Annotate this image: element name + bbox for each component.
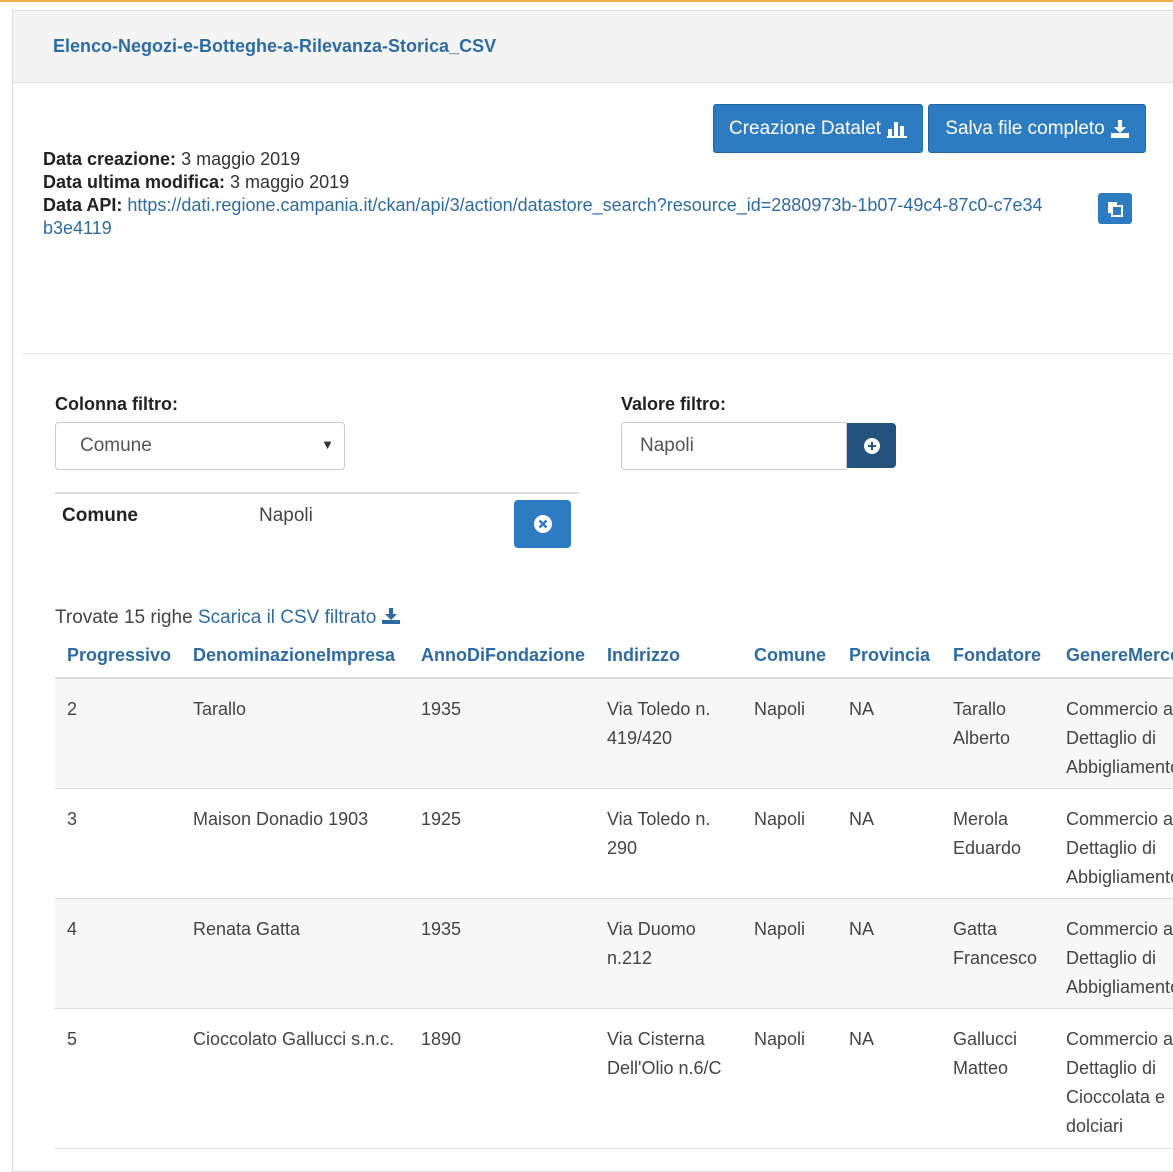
table-row: 3 Maison Donadio 1903 1925 Via Toledo n.… [55,788,1173,899]
caret-down-icon: ▼ [321,437,334,452]
table-cell: Tarallo [181,678,409,789]
created-value: 3 maggio 2019 [181,149,301,169]
copy-icon [1108,201,1123,217]
column-header[interactable]: Indirizzo [595,634,742,679]
table-cell: Commercio al Dettaglio di Abbigliamento [1054,678,1173,789]
dataset-title: Elenco-Negozi-e-Botteghe-a-Rilevanza-Sto… [53,36,497,56]
filter-value-label: Valore filtro: [621,394,727,414]
table-cell: Via Toledo n. 419/420 [595,678,742,789]
table-cell: Via Duomo n.212 [595,898,742,1009]
table-cell: Gatta Francesco [941,898,1054,1009]
filter-column-label: Colonna filtro: [55,394,178,414]
column-header[interactable]: GenereMerceologico [1054,634,1173,679]
download-filtered-csv-label: Scarica il CSV filtrato [197,607,377,628]
table-cell: 5 [55,1008,181,1149]
results-table: Progressivo DenominazioneImpresa AnnoDiF… [55,634,1173,1149]
download-filtered-csv-link[interactable]: Scarica il CSV filtrato [198,607,400,628]
table-cell: Cioccolato Gallucci s.n.c. [181,1008,409,1149]
table-cell: Maison Donadio 1903 [181,788,409,899]
results-summary: Trovate 15 righe Scarica il CSV filtrato [55,607,400,629]
created-label: Data creazione: [43,149,177,169]
results-count: Trovate 15 righe [55,607,193,628]
table-cell: Via Toledo n. 290 [595,788,742,899]
table-cell: Napoli [742,788,837,899]
table-cell: 1935 [409,678,595,789]
active-filter-column: Comune [62,505,138,526]
modified-label: Data ultima modifica: [43,172,226,192]
table-cell: Renata Gatta [181,898,409,1009]
column-header[interactable]: Fondatore [941,634,1054,679]
save-full-file-button[interactable]: Salva file completo [928,104,1146,153]
table-cell: NA [837,1008,941,1149]
bar-chart-icon [887,121,908,138]
filter-value-text: Napoli [640,435,694,456]
modified-value: 3 maggio 2019 [230,172,350,192]
column-header[interactable]: DenominazioneImpresa [181,634,409,679]
active-filter-value: Napoli [259,505,313,526]
section-divider [22,353,1173,354]
table-cell: Merola Eduardo [941,788,1054,899]
table-cell: Tarallo Alberto [941,678,1054,789]
save-full-file-label: Salva file completo [945,117,1105,139]
plus-circle-icon [863,437,880,454]
panel-header: Elenco-Negozi-e-Botteghe-a-Rilevanza-Sto… [13,11,1173,83]
table-cell: Via Cisterna Dell'Olio n.6/C [595,1008,742,1149]
table-cell: Napoli [742,1008,837,1149]
table-cell: Commercio al Dettaglio di Cioccolata e d… [1054,1008,1173,1149]
table-cell: NA [837,898,941,1009]
table-cell: Commercio al Dettaglio di Abbigliamento [1054,898,1173,1009]
filter-column-value: Comune [80,435,152,456]
table-row: 2 Tarallo 1935 Via Toledo n. 419/420 Nap… [55,678,1173,789]
column-header[interactable]: Progressivo [55,634,181,679]
copy-api-url-button[interactable] [1098,193,1132,224]
table-cell: 2 [55,678,181,789]
table-cell: Commercio al Dettaglio di Abbigliamento [1054,788,1173,899]
dataset-metadata: Data creazione: 3 maggio 2019 Data ultim… [43,148,1043,240]
table-cell: NA [837,788,941,899]
download-icon [381,608,400,624]
create-datalet-label: Creazione Datalet [728,117,882,139]
create-datalet-button[interactable]: Creazione Datalet [713,104,923,153]
active-filter-divider [55,492,579,494]
column-header[interactable]: Provincia [837,634,941,679]
table-row: 5 Cioccolato Gallucci s.n.c. 1890 Via Ci… [55,1008,1173,1149]
table-cell: 1890 [409,1008,595,1149]
table-cell: NA [837,678,941,789]
table-cell: 3 [55,788,181,899]
column-header[interactable]: AnnoDiFondazione [409,634,595,679]
filter-column-select[interactable]: Comune ▼ [55,422,345,470]
api-url-link[interactable]: https://dati.regione.campania.it/ckan/ap… [43,195,1042,238]
table-cell: Napoli [742,898,837,1009]
table-cell: 1925 [409,788,595,899]
column-header[interactable]: Comune [742,634,837,679]
api-label: Data API: [43,195,123,215]
table-cell: 4 [55,898,181,1009]
add-filter-button[interactable] [847,423,896,468]
table-cell: 1935 [409,898,595,1009]
filter-value-input[interactable]: Napoli [621,422,847,470]
table-cell: Napoli [742,678,837,789]
download-icon [1110,119,1129,138]
table-cell: Gallucci Matteo [941,1008,1054,1149]
table-header-row: Progressivo DenominazioneImpresa AnnoDiF… [55,634,1173,679]
table-row: 4 Renata Gatta 1935 Via Duomo n.212 Napo… [55,898,1173,1009]
remove-filter-button[interactable] [514,500,571,548]
remove-circle-icon [533,515,552,533]
